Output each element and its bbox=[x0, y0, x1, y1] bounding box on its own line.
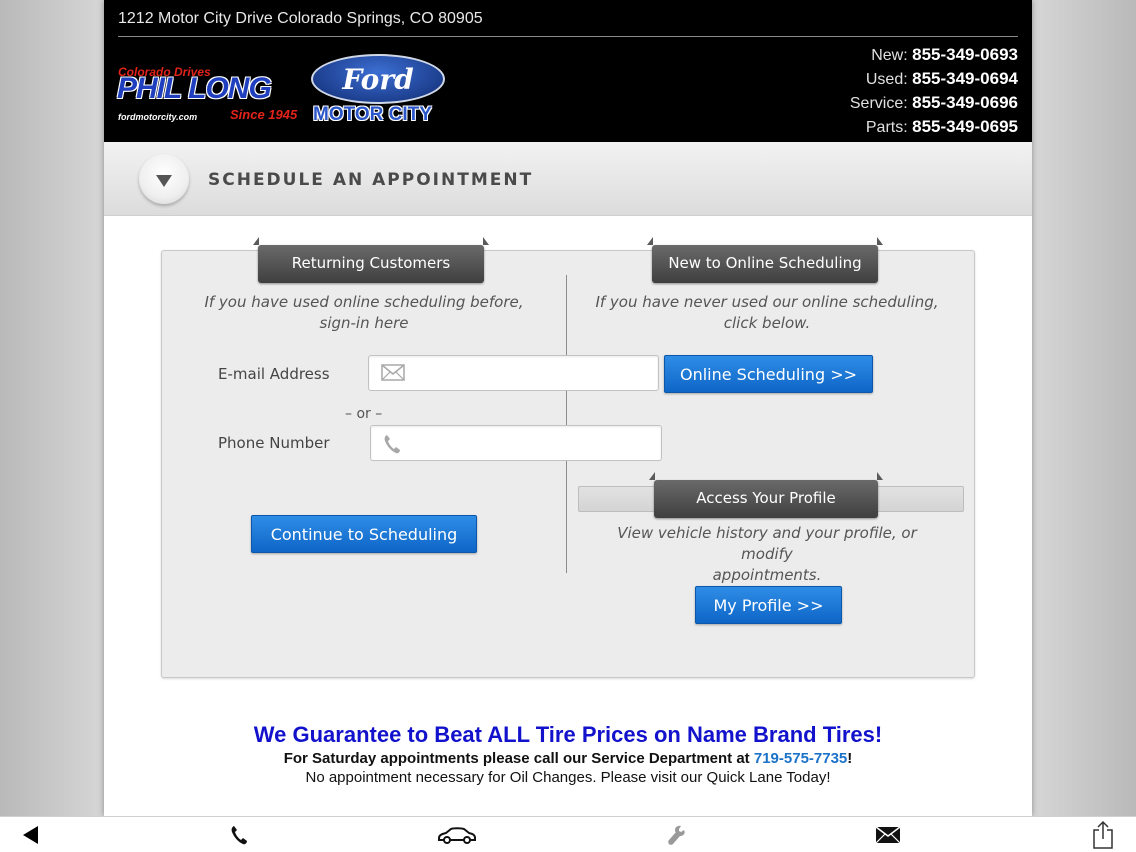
note-line: sign-in here bbox=[319, 314, 409, 332]
page-container: 1212 Motor City Drive Colorado Springs, … bbox=[104, 0, 1032, 816]
phone-number: 855-349-0695 bbox=[912, 117, 1018, 136]
phone-icon[interactable] bbox=[226, 817, 252, 852]
header-divider bbox=[118, 36, 1018, 37]
car-icon[interactable] bbox=[436, 817, 478, 852]
saturday-notice-suffix: ! bbox=[847, 750, 853, 767]
ford-oval-logo: Ford bbox=[311, 54, 445, 104]
share-icon[interactable] bbox=[1090, 817, 1116, 852]
dealer-address: 1212 Motor City Drive Colorado Springs, … bbox=[118, 10, 483, 27]
site-header: 1212 Motor City Drive Colorado Springs, … bbox=[104, 0, 1032, 142]
tab-new-to-online-scheduling: New to Online Scheduling bbox=[647, 237, 883, 283]
collapse-button[interactable] bbox=[139, 154, 189, 204]
phone-number: 855-349-0693 bbox=[912, 45, 1018, 64]
column-divider bbox=[566, 275, 567, 573]
phone-service[interactable]: Service: 855-349-0696 bbox=[850, 91, 1018, 115]
tab-returning-customers: Returning Customers bbox=[253, 237, 489, 283]
note-line: appointments. bbox=[712, 566, 822, 584]
envelope-icon[interactable] bbox=[874, 817, 902, 852]
phone-list: New: 855-349-0693 Used: 855-349-0694 Ser… bbox=[850, 43, 1018, 139]
phone-parts[interactable]: Parts: 855-349-0695 bbox=[850, 115, 1018, 139]
tab-label: Returning Customers bbox=[291, 254, 451, 272]
my-profile-button[interactable]: My Profile >> bbox=[695, 586, 842, 624]
email-field[interactable] bbox=[368, 355, 659, 391]
logo-url: fordmotorcity.com bbox=[118, 112, 198, 122]
phone-used[interactable]: Used: 855-349-0694 bbox=[850, 67, 1018, 91]
tab-access-your-profile: Access Your Profile bbox=[649, 472, 883, 518]
section-header: SCHEDULE AN APPOINTMENT bbox=[104, 142, 1032, 216]
returning-note: If you have used online scheduling befor… bbox=[202, 292, 526, 334]
note-line: View vehicle history and your profile, o… bbox=[617, 524, 917, 563]
saturday-notice-text: For Saturday appointments please call ou… bbox=[283, 750, 754, 767]
continue-to-scheduling-button[interactable]: Continue to Scheduling bbox=[251, 515, 477, 553]
scheduling-panel: Returning Customers If you have used onl… bbox=[161, 237, 975, 678]
phone-label: Service: bbox=[849, 95, 908, 112]
phone-label: New: bbox=[871, 47, 908, 64]
phone-label: Phone Number bbox=[218, 434, 330, 452]
new-user-note: If you have never used our online schedu… bbox=[592, 292, 942, 334]
email-label: E-mail Address bbox=[218, 365, 330, 383]
profile-note: View vehicle history and your profile, o… bbox=[592, 523, 942, 586]
tire-guarantee-headline: We Guarantee to Beat ALL Tire Prices on … bbox=[253, 722, 883, 747]
logo-since: Since 1945 bbox=[230, 107, 298, 122]
phone-number: 855-349-0696 bbox=[912, 93, 1018, 112]
tab-label: Access Your Profile bbox=[696, 489, 836, 507]
note-line: click below. bbox=[723, 314, 811, 332]
envelope-icon bbox=[381, 364, 405, 386]
triangle-down-icon bbox=[156, 175, 172, 187]
dealer-logo[interactable]: Colorado Drives PHIL LONG Since 1945 for… bbox=[116, 52, 446, 130]
note-line: If you have never used our online schedu… bbox=[595, 293, 939, 311]
saturday-notice: For Saturday appointments please call ou… bbox=[104, 750, 1032, 767]
wrench-icon[interactable] bbox=[664, 817, 688, 852]
phone-field[interactable] bbox=[370, 425, 662, 461]
ford-brand-text: Ford bbox=[342, 62, 414, 96]
or-separator: – or – bbox=[345, 406, 383, 422]
phone-icon bbox=[383, 434, 401, 459]
phone-label: Parts: bbox=[865, 119, 908, 136]
phone-label: Used: bbox=[865, 71, 908, 88]
phone-number: 855-349-0694 bbox=[912, 69, 1018, 88]
service-phone-link[interactable]: 719-575-7735 bbox=[754, 750, 847, 767]
back-arrow-icon[interactable] bbox=[18, 817, 44, 852]
logo-dealer-name: PHIL LONG bbox=[117, 72, 272, 105]
tab-label: New to Online Scheduling bbox=[668, 254, 862, 272]
logo-motor-city: MOTOR CITY bbox=[313, 104, 432, 125]
phone-new[interactable]: New: 855-349-0693 bbox=[850, 43, 1018, 67]
note-line: If you have used online scheduling befor… bbox=[204, 293, 524, 311]
bottom-toolbar bbox=[0, 816, 1136, 852]
online-scheduling-button[interactable]: Online Scheduling >> bbox=[664, 355, 873, 393]
oil-change-notice: No appointment necessary for Oil Changes… bbox=[305, 769, 831, 786]
section-title: SCHEDULE AN APPOINTMENT bbox=[208, 170, 534, 190]
